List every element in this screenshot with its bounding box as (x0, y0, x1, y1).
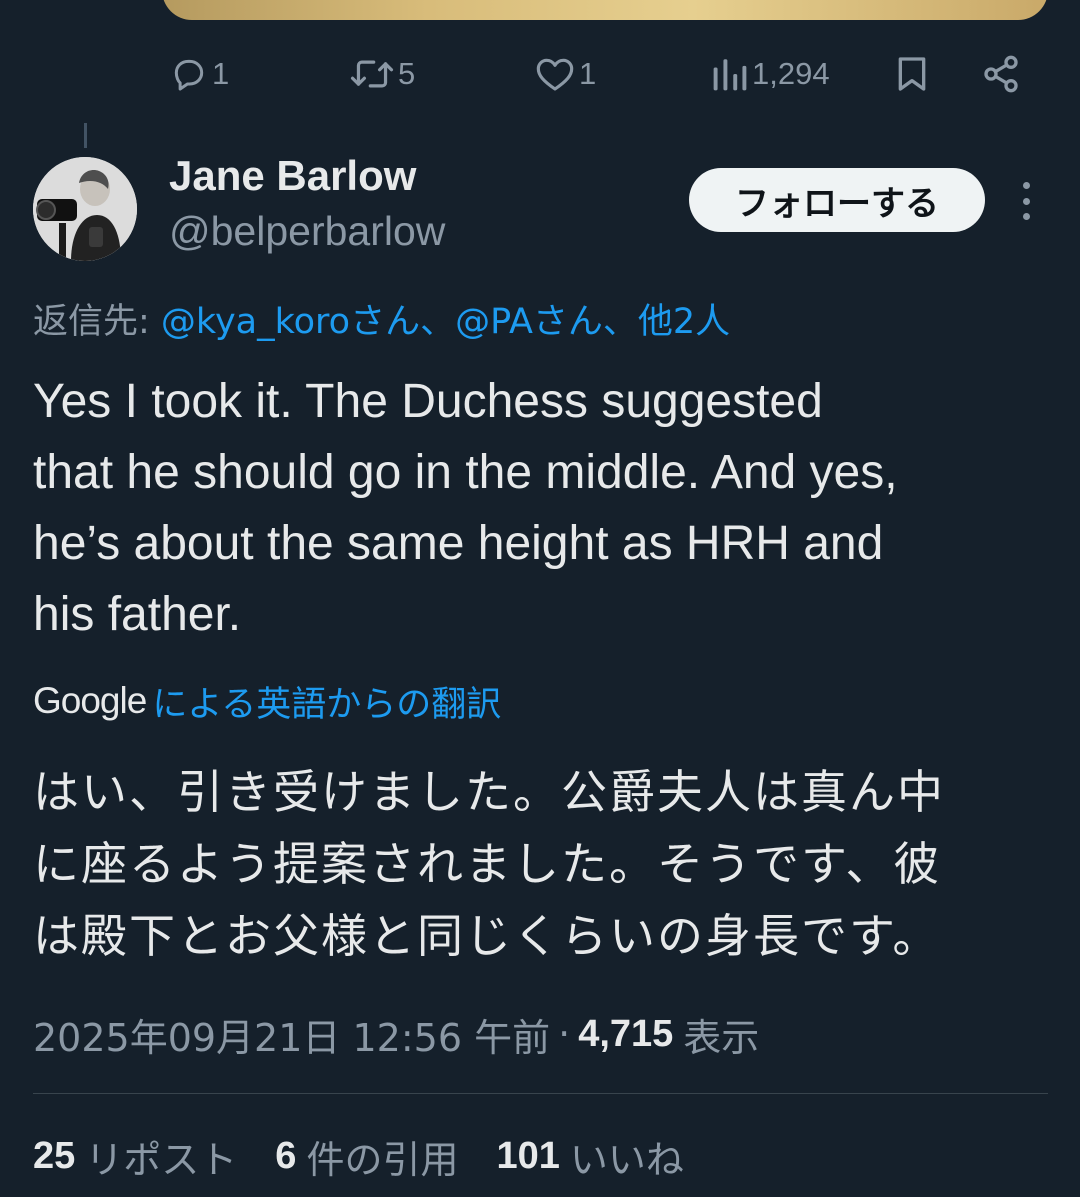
google-logo: Google (33, 680, 147, 721)
tweet-views-count: 4,715 (578, 1012, 674, 1055)
translated-text-line: はい、引き受けました。公爵夫人は真ん中 (33, 765, 945, 819)
tweet-meta: 2025年09月21日 12:56 午前 · 4,715 表示 (33, 1008, 759, 1060)
replying-to: 返信先: @kya_koroさん、@PAさん、他2人 (33, 293, 730, 344)
tweet-timestamp[interactable]: 2025年09月21日 12:56 午前 (33, 1007, 550, 1062)
repost-count: 5 (398, 56, 416, 91)
repost-button[interactable]: 5 (350, 44, 415, 104)
more-dot (1022, 213, 1030, 220)
views-button[interactable]: 1,294 (712, 44, 830, 104)
heart-icon (535, 55, 575, 93)
tweet-text-line: he’s about the same height as HRH and (33, 517, 884, 570)
translated-text-line: に座るよう提案されました。そうです、彼 (33, 837, 942, 891)
tweet-text-line: that he should go in the middle. And yes… (33, 446, 898, 499)
reply-button[interactable]: 1 (170, 44, 229, 104)
attached-media-image[interactable] (162, 0, 1048, 20)
more-dot (1022, 197, 1030, 205)
author-handle[interactable]: @belperbarlow (169, 208, 445, 255)
reposts-stat[interactable]: 25 リポスト (33, 1129, 237, 1184)
views-count: 1,294 (752, 56, 830, 91)
likes-stat[interactable]: 101 いいね (496, 1129, 683, 1184)
reply-icon (170, 55, 208, 93)
more-options-icon[interactable] (1004, 178, 1048, 224)
tweet-views-label: 表示 (683, 1015, 760, 1060)
reply-count: 1 (212, 56, 230, 91)
bookmark-button[interactable] (892, 44, 932, 104)
translated-text-line: は殿下とお父様と同じくらいの身長です。 (33, 909, 941, 963)
translated-text: はい、引き受けました。公爵夫人は真ん中 に座るよう提案されました。そうです、彼 … (33, 756, 1063, 972)
avatar[interactable] (33, 157, 137, 261)
replying-to-mentions[interactable]: @kya_koroさん、@PAさん、他2人 (161, 302, 730, 342)
like-count: 1 (579, 56, 597, 91)
thread-connector-line (84, 123, 87, 148)
translation-attribution: Google による英語からの翻訳 (33, 676, 501, 726)
tweet-text-line: Yes I took it. The Duchess suggested (33, 375, 823, 428)
follow-button[interactable]: フォローする (689, 168, 985, 232)
tweet-text: Yes I took it. The Duchess suggested tha… (33, 366, 1063, 650)
like-button[interactable]: 1 (535, 44, 596, 104)
translation-source-link[interactable]: による英語からの翻訳 (152, 676, 501, 727)
share-button[interactable] (980, 44, 1022, 104)
quotes-count: 6 (275, 1134, 297, 1177)
divider (33, 1093, 1048, 1094)
share-icon (980, 54, 1022, 94)
engagement-stats: 25 リポスト 6 件の引用 101 いいね (33, 1130, 722, 1182)
reposts-label: リポスト (85, 1137, 238, 1182)
bookmark-icon (892, 54, 932, 94)
analytics-icon (712, 56, 748, 92)
likes-label: いいね (569, 1137, 684, 1182)
repost-icon (350, 55, 394, 93)
reposts-count: 25 (33, 1134, 76, 1177)
tweet-text-line: his father. (33, 588, 242, 641)
quotes-stat[interactable]: 6 件の引用 (275, 1129, 458, 1184)
meta-separator: · (558, 1012, 571, 1056)
likes-count: 101 (496, 1134, 560, 1177)
more-dot (1022, 182, 1030, 189)
author-display-name[interactable]: Jane Barlow (169, 152, 416, 200)
quotes-label: 件の引用 (306, 1137, 459, 1182)
tweet-action-bar: 1 5 1 1,294 (0, 44, 1080, 104)
replying-to-prefix: 返信先: (33, 302, 161, 342)
